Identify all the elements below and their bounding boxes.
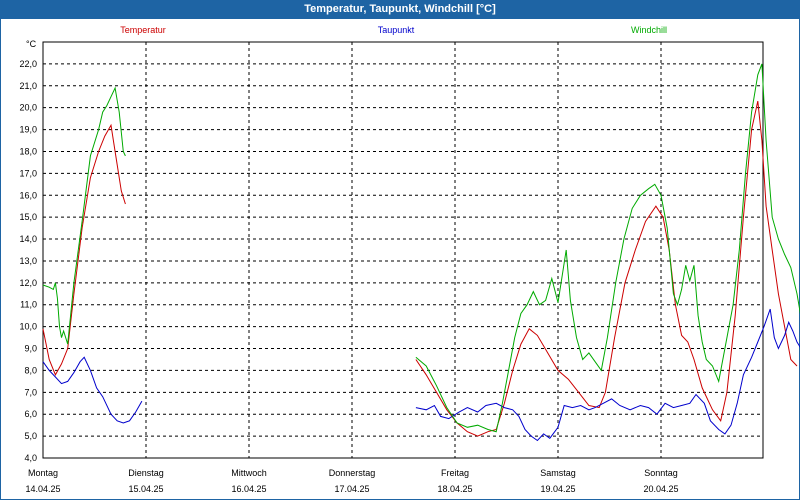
x-tick-label-date: 14.04.25 <box>25 484 60 494</box>
y-tick-label: 22,0 <box>19 59 37 69</box>
y-tick-label: 6,0 <box>24 409 37 419</box>
y-tick-label: 11,0 <box>20 300 37 310</box>
series-line-taupunkt <box>42 356 143 424</box>
y-tick-label: 19,0 <box>19 125 37 135</box>
grid <box>43 42 763 459</box>
x-tick-label-day: Freitag <box>441 468 469 478</box>
legend: Temperatur Taupunkt Windchill <box>120 25 667 35</box>
y-tick-labels: 4,0 5,0 6,0 7,0 8,0 9,0 10,0 11,0 12,0 13,0 14,0 15… <box>19 59 37 463</box>
x-tick-labels: Montag 14.04.25 Dienstag 15.04.25 Mittwoch 16… <box>25 468 678 494</box>
x-tick-label-day: Mittwoch <box>231 468 267 478</box>
x-tick-label-day: Dienstag <box>128 468 164 478</box>
y-tick-label: 8,0 <box>24 365 37 375</box>
plot-border <box>42 41 764 459</box>
y-tick-label: 20,0 <box>19 103 37 113</box>
x-tick-label-day: Samstag <box>540 468 576 478</box>
legend-entry-taupunkt: Taupunkt <box>378 25 415 35</box>
y-tick-label: 18,0 <box>19 146 37 156</box>
x-tick-label-day: Donnerstag <box>329 468 376 478</box>
y-tick-label: 14,0 <box>19 234 37 244</box>
y-axis-unit: °C <box>26 39 37 49</box>
legend-entry-temperatur: Temperatur <box>120 25 166 35</box>
chart-plot: 4,0 5,0 6,0 7,0 8,0 9,0 10,0 11,0 12,0 13,0 14,0 15… <box>19 25 800 494</box>
x-tick-label-date: 19.04.25 <box>540 484 575 494</box>
y-tick-label: 7,0 <box>24 387 37 397</box>
series-lines <box>42 63 800 442</box>
y-tick-label: 17,0 <box>19 168 37 178</box>
y-tick-label: 12,0 <box>19 278 37 288</box>
x-tick-label-day: Sonntag <box>644 468 678 478</box>
x-tick-label-date: 15.04.25 <box>128 484 163 494</box>
y-tick-label: 9,0 <box>24 344 37 354</box>
x-tick-label-day: Montag <box>28 468 58 478</box>
x-tick-label-date: 20.04.25 <box>643 484 678 494</box>
axes <box>42 41 764 459</box>
y-tick-label: 21,0 <box>19 81 37 91</box>
y-tick-label: 16,0 <box>19 190 37 200</box>
legend-entry-windchill: Windchill <box>631 25 667 35</box>
y-tick-label: 13,0 <box>19 256 37 266</box>
series-line-temperatur <box>42 123 126 376</box>
y-tick-label: 4,0 <box>24 453 37 463</box>
y-tick-label: 15,0 <box>19 212 37 222</box>
x-tick-label-date: 16.04.25 <box>231 484 266 494</box>
x-tick-label-date: 17.04.25 <box>334 484 369 494</box>
y-tick-label: 10,0 <box>19 322 37 332</box>
x-tick-label-date: 18.04.25 <box>437 484 472 494</box>
y-tick-label: 5,0 <box>24 431 37 441</box>
